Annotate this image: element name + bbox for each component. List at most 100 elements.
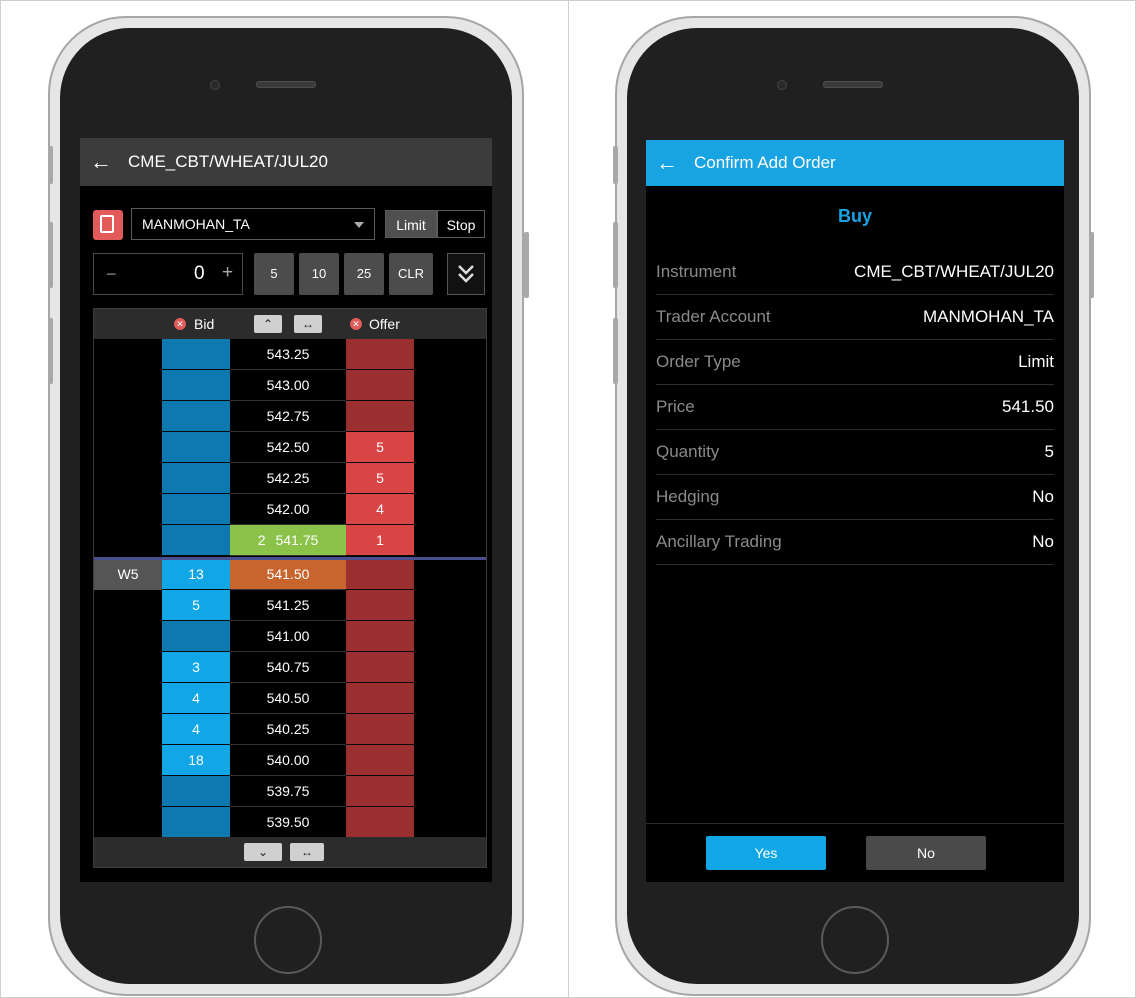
bid-cell[interactable] (162, 776, 230, 807)
bid-cell[interactable] (162, 525, 230, 556)
offer-cell[interactable] (346, 652, 414, 683)
working-order-cell[interactable] (94, 370, 162, 401)
price-cell[interactable]: 2 541.75 (230, 525, 346, 556)
working-order-cell[interactable] (94, 621, 162, 652)
working-order-cell[interactable] (94, 432, 162, 463)
offer-cell[interactable]: 5 (346, 432, 414, 463)
offer-cell[interactable] (346, 745, 414, 776)
price-cell[interactable]: 543.25 (230, 339, 346, 370)
bid-cell[interactable] (162, 401, 230, 432)
detail-row: Quantity 5 (656, 430, 1054, 475)
minus-button[interactable]: − (106, 264, 117, 285)
back-arrow-icon[interactable]: ← (656, 151, 678, 175)
detail-label: Order Type (656, 352, 741, 371)
offer-cell[interactable] (346, 370, 414, 401)
offer-cell[interactable] (346, 559, 414, 590)
chevron-up-icon[interactable]: ⌃ (254, 315, 282, 333)
account-select[interactable]: MANMOHAN_TA (131, 208, 375, 240)
home-button[interactable] (254, 906, 322, 974)
bid-cell[interactable] (162, 370, 230, 401)
bid-cell[interactable] (162, 432, 230, 463)
price-cell[interactable]: 540.75 (230, 652, 346, 683)
back-arrow-icon[interactable]: ← (90, 150, 112, 174)
price-cell[interactable]: 542.25 (230, 463, 346, 494)
bid-cell[interactable] (162, 463, 230, 494)
price-cell[interactable]: 541.00 (230, 621, 346, 652)
chevron-down-icon[interactable]: ⌄ (244, 843, 282, 861)
recenter-icon[interactable]: ↔ (294, 315, 322, 333)
recenter-icon[interactable]: ↔ (290, 843, 324, 861)
working-order-cell[interactable] (94, 652, 162, 683)
working-order-cell[interactable] (94, 683, 162, 714)
quantity-value[interactable]: 0 (194, 263, 205, 285)
bid-cell[interactable]: 4 (162, 714, 230, 745)
price-cell[interactable]: 543.00 (230, 370, 346, 401)
bid-cell[interactable]: 5 (162, 590, 230, 621)
offer-cell[interactable] (346, 621, 414, 652)
working-order-cell[interactable] (94, 807, 162, 838)
quantity-stepper[interactable]: − 0 + (93, 253, 243, 295)
volume-button (613, 146, 618, 184)
clear-button[interactable]: CLR (389, 253, 433, 295)
price-cell[interactable]: 539.75 (230, 776, 346, 807)
price-cell[interactable]: 542.00 (230, 494, 346, 525)
offer-cell[interactable] (346, 683, 414, 714)
expand-chevrons-icon[interactable] (447, 253, 485, 295)
app-header: ← CME_CBT/WHEAT/JUL20 (80, 138, 492, 186)
qty-10-button[interactable]: 10 (299, 253, 339, 295)
bid-cell[interactable] (162, 494, 230, 525)
stop-toggle[interactable]: Stop (437, 210, 485, 238)
bid-cell[interactable] (162, 621, 230, 652)
working-order-cell[interactable] (94, 494, 162, 525)
price-cell[interactable]: 539.50 (230, 807, 346, 838)
offer-cell[interactable]: 4 (346, 494, 414, 525)
plus-button[interactable]: + (222, 262, 233, 284)
working-order-cell[interactable] (94, 339, 162, 370)
price-cell[interactable]: 542.50 (230, 432, 346, 463)
offer-cell[interactable] (346, 339, 414, 370)
cancel-bids-icon[interactable]: ✕ (174, 318, 186, 330)
working-order-cell[interactable] (94, 776, 162, 807)
bid-cell[interactable]: 3 (162, 652, 230, 683)
working-order-cell[interactable] (94, 745, 162, 776)
offer-cell[interactable] (346, 776, 414, 807)
offer-cell[interactable] (346, 714, 414, 745)
volume-button (613, 318, 618, 384)
working-order-cell[interactable] (94, 590, 162, 621)
bid-cell[interactable]: 4 (162, 683, 230, 714)
working-order-cell[interactable] (94, 401, 162, 432)
offer-cell[interactable] (346, 401, 414, 432)
working-order-cell[interactable] (94, 714, 162, 745)
working-order-cell[interactable] (94, 525, 162, 556)
cancel-offers-icon[interactable]: ✕ (350, 318, 362, 330)
bid-cell[interactable] (162, 807, 230, 838)
offer-cell[interactable] (346, 807, 414, 838)
ladder-row: W5 13 541.50 (94, 559, 486, 590)
price-cell[interactable]: 541.50 (230, 559, 346, 590)
price-cell[interactable]: 540.25 (230, 714, 346, 745)
detail-row: Hedging No (656, 475, 1054, 520)
offer-cell[interactable] (346, 590, 414, 621)
account-report-icon[interactable] (93, 210, 123, 240)
home-button[interactable] (821, 906, 889, 974)
ladder-row: 4 540.50 (94, 683, 486, 714)
qty-5-button[interactable]: 5 (254, 253, 294, 295)
bid-cell[interactable]: 18 (162, 745, 230, 776)
working-order-cell[interactable] (94, 463, 162, 494)
price-cell[interactable]: 540.00 (230, 745, 346, 776)
bid-cell[interactable] (162, 339, 230, 370)
working-order-cell[interactable]: W5 (94, 559, 162, 590)
price-cell[interactable]: 542.75 (230, 401, 346, 432)
detail-label: Ancillary Trading (656, 532, 782, 551)
bid-cell[interactable]: 13 (162, 559, 230, 590)
detail-value: 5 (1044, 442, 1054, 461)
bid-label: Bid (194, 316, 215, 332)
offer-cell[interactable]: 5 (346, 463, 414, 494)
price-cell[interactable]: 540.50 (230, 683, 346, 714)
qty-25-button[interactable]: 25 (344, 253, 384, 295)
price-cell[interactable]: 541.25 (230, 590, 346, 621)
yes-button[interactable]: Yes (706, 836, 826, 870)
offer-cell[interactable]: 1 (346, 525, 414, 556)
no-button[interactable]: No (866, 836, 986, 870)
limit-toggle[interactable]: Limit (385, 210, 437, 238)
